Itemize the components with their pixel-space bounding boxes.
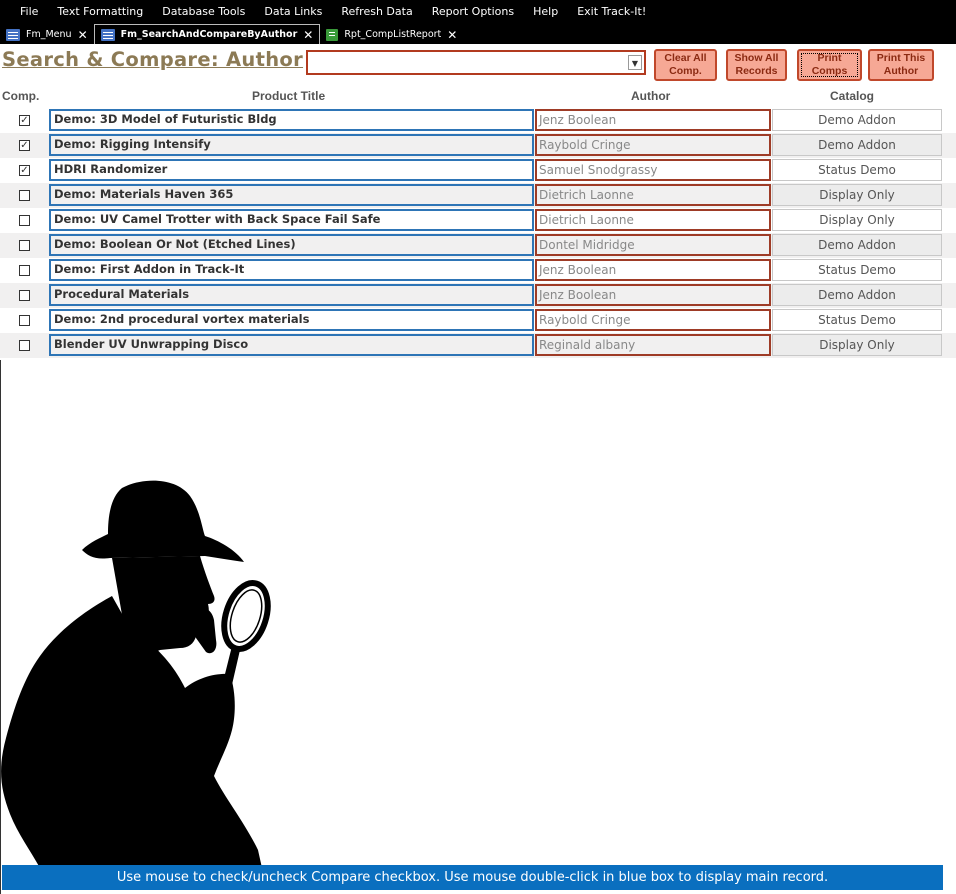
product-title-field[interactable]: Blender UV Unwrapping Disco	[49, 334, 534, 356]
close-icon[interactable]: ✕	[303, 28, 313, 42]
author-combo-box[interactable]: ▼	[306, 50, 646, 75]
product-title-field[interactable]: Demo: Materials Haven 365	[49, 184, 534, 206]
product-title-field[interactable]: Demo: Rigging Intensify	[49, 134, 534, 156]
menu-bar: File Text Formatting Database Tools Data…	[0, 0, 956, 23]
product-title-field[interactable]: HDRI Randomizer	[49, 159, 534, 181]
tab-fm-search-compare-by-author[interactable]: Fm_SearchAndCompareByAuthor ✕	[93, 24, 321, 44]
catalog-field[interactable]: Demo Addon	[772, 284, 942, 306]
catalog-field[interactable]: Display Only	[772, 209, 942, 231]
author-field[interactable]: Dontel Midridge	[535, 234, 771, 256]
menu-exit[interactable]: Exit Track-It!	[568, 5, 656, 18]
author-field[interactable]: Dietrich Laonne	[535, 184, 771, 206]
table-row: ✓ Demo: 3D Model of Futuristic Bldg Jenz B…	[0, 108, 956, 133]
table-row: Procedural Materials Jenz Boolean Demo Add…	[0, 283, 956, 308]
close-icon[interactable]: ✕	[78, 28, 88, 42]
detective-silhouette-image	[1, 480, 271, 868]
menu-refresh-data[interactable]: Refresh Data	[332, 5, 422, 18]
document-tab-bar: Fm_Menu ✕ Fm_SearchAndCompareByAuthor ✕ …	[0, 23, 956, 44]
table-row: ✓ Demo: Rigging Intensify Raybold Cringe De…	[0, 133, 956, 158]
print-comps-button[interactable]: Print Comps	[797, 49, 862, 81]
product-title-field[interactable]: Demo: Boolean Or Not (Etched Lines)	[49, 234, 534, 256]
author-field[interactable]: Raybold Cringe	[535, 134, 771, 156]
header-author: Author	[631, 89, 671, 103]
compare-checkbox[interactable]	[19, 215, 30, 226]
product-title-field[interactable]: Procedural Materials	[49, 284, 534, 306]
status-hint-bar: Use mouse to check/uncheck Compare check…	[2, 865, 943, 890]
menu-database-tools[interactable]: Database Tools	[153, 5, 255, 18]
report-icon	[326, 28, 339, 41]
author-field[interactable]: Reginald albany	[535, 334, 771, 356]
table-row: Demo: 2nd procedural vortex materials Ray…	[0, 308, 956, 333]
header-product-title: Product Title	[252, 89, 326, 103]
compare-checkbox[interactable]	[19, 290, 30, 301]
product-title-field[interactable]: Demo: UV Camel Trotter with Back Space F…	[49, 209, 534, 231]
product-title-field[interactable]: Demo: 3D Model of Futuristic Bldg	[49, 109, 534, 131]
product-title-field[interactable]: Demo: 2nd procedural vortex materials	[49, 309, 534, 331]
header-comp: Comp.	[2, 89, 40, 103]
catalog-field[interactable]: Demo Addon	[772, 109, 942, 131]
table-row: Demo: First Addon in Track-It Jenz Boolea…	[0, 258, 956, 283]
compare-checkbox[interactable]: ✓	[19, 115, 30, 126]
table-row: Blender UV Unwrapping Disco Reginald alba…	[0, 333, 956, 358]
tab-label: Fm_Menu	[26, 29, 72, 40]
catalog-field[interactable]: Demo Addon	[772, 134, 942, 156]
menu-file[interactable]: File	[0, 5, 48, 18]
compare-checkbox[interactable]: ✓	[19, 140, 30, 151]
menu-text-formatting[interactable]: Text Formatting	[48, 5, 153, 18]
chevron-down-icon[interactable]: ▼	[628, 55, 642, 70]
compare-checkbox[interactable]	[19, 240, 30, 251]
tab-fm-menu[interactable]: Fm_Menu ✕	[0, 25, 94, 44]
compare-checkbox[interactable]	[19, 315, 30, 326]
catalog-field[interactable]: Display Only	[772, 184, 942, 206]
tab-rpt-complist-report[interactable]: Rpt_CompListReport ✕	[320, 25, 463, 44]
author-field[interactable]: Raybold Cringe	[535, 309, 771, 331]
print-this-author-button[interactable]: Print This Author	[868, 49, 934, 81]
header-catalog: Catalog	[830, 89, 875, 103]
author-field[interactable]: Jenz Boolean	[535, 259, 771, 281]
menu-report-options[interactable]: Report Options	[422, 5, 523, 18]
author-field[interactable]: Jenz Boolean	[535, 109, 771, 131]
catalog-field[interactable]: Demo Addon	[772, 234, 942, 256]
table-row: Demo: Materials Haven 365 Dietrich Laonne…	[0, 183, 956, 208]
catalog-field[interactable]: Status Demo	[772, 159, 942, 181]
compare-checkbox[interactable]	[19, 265, 30, 276]
page-title: Search & Compare: Author	[2, 48, 304, 71]
author-field[interactable]: Samuel Snodgrassy	[535, 159, 771, 181]
close-icon[interactable]: ✕	[447, 28, 457, 42]
catalog-field[interactable]: Status Demo	[772, 309, 942, 331]
tab-label: Fm_SearchAndCompareByAuthor	[120, 29, 298, 40]
catalog-field[interactable]: Status Demo	[772, 259, 942, 281]
table-row: Demo: Boolean Or Not (Etched Lines) Donte…	[0, 233, 956, 258]
show-all-records-button[interactable]: Show All Records	[726, 49, 787, 81]
author-field[interactable]: Dietrich Laonne	[535, 209, 771, 231]
compare-checkbox[interactable]	[19, 340, 30, 351]
tab-label: Rpt_CompListReport	[344, 29, 442, 40]
table-row: Demo: UV Camel Trotter with Back Space F…	[0, 208, 956, 233]
catalog-field[interactable]: Display Only	[772, 334, 942, 356]
menu-data-links[interactable]: Data Links	[255, 5, 332, 18]
clear-all-comp-button[interactable]: Clear All Comp.	[654, 49, 717, 81]
table-row: ✓ HDRI Randomizer Samuel Snodgrassy Status …	[0, 158, 956, 183]
compare-checkbox[interactable]	[19, 190, 30, 201]
product-title-field[interactable]: Demo: First Addon in Track-It	[49, 259, 534, 281]
form-icon	[100, 28, 115, 41]
author-field[interactable]: Jenz Boolean	[535, 284, 771, 306]
form-icon	[6, 28, 20, 41]
menu-help[interactable]: Help	[524, 5, 568, 18]
compare-checkbox[interactable]: ✓	[19, 165, 30, 176]
